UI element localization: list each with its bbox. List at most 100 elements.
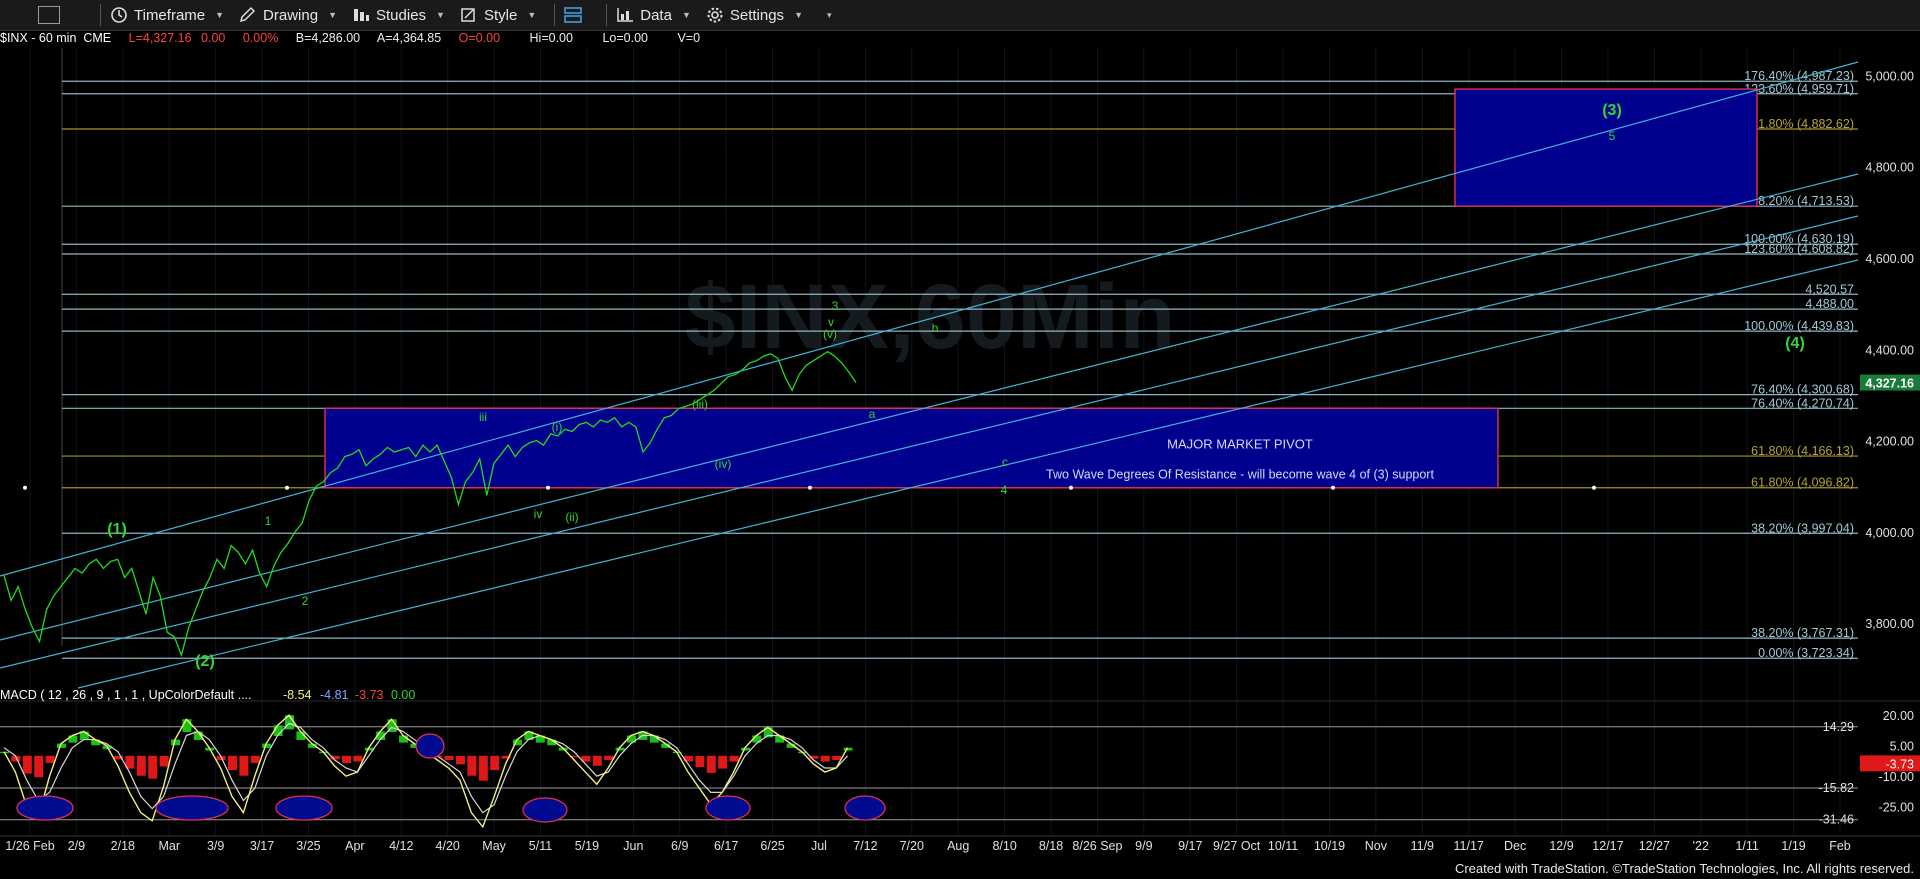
macd-value-3: -3.73 [355,688,384,702]
current-price-label: 4,327.16 [1865,377,1914,391]
x-axis-tick: May [482,839,506,853]
macd-ellipse [415,733,445,759]
wave-label: 2 [302,594,309,608]
layout-button[interactable] [563,6,588,24]
price-level-label: 76.40% (4,300.68) [1751,383,1854,397]
low-price: Lo=0.00 [602,31,648,45]
macd-histogram-bar [456,755,465,765]
macd-value-1: -8.54 [283,688,312,702]
price-level-label: 161.80% (4,882.62) [1744,117,1854,131]
price-chart[interactable]: $INX,60Min176.40% (4,987.23)123.60% (4,9… [0,48,1920,858]
x-axis-tick: 9/17 [1178,839,1202,853]
chevron-down-icon: ▼ [527,10,537,20]
chevron-down-icon: ▼ [215,10,225,20]
x-axis-tick: 11/17 [1454,839,1484,853]
open-price: O=0.00 [458,31,501,45]
chart-area[interactable]: $INX,60Min 176.40% (4,987.23) 123.60% (4,9… [0,48,1920,858]
macd-histogram-bar [467,755,477,776]
macd-value-4: 0.00 [391,688,415,702]
x-axis-tick: 1/26 Feb [5,839,54,853]
price-level-label: 0.00% (3,723.34) [1758,646,1854,660]
copyright-footer: Created with TradeStation. ©TradeStation… [1454,861,1914,876]
data-menu[interactable]: Data ▼ [615,6,691,24]
y-axis-tick: 4,800.00 [1865,161,1914,175]
style-icon [461,8,475,22]
price-level-label: 100.00% (4,439.83) [1744,319,1854,333]
x-axis-tick: 8/10 [992,839,1016,853]
timeframe-menu[interactable]: Timeframe ▼ [109,6,224,24]
macd-ellipse [275,795,333,821]
macd-ellipse [16,795,74,821]
wave-label: iii [479,410,487,424]
overflow-menu[interactable]: ▾ [817,10,832,21]
macd-histogram-bar [490,755,500,771]
settings-menu[interactable]: Settings ▼ [705,6,803,24]
x-axis-tick: 8/18 [1039,839,1063,853]
last-price: L=4,327.16 [128,31,192,45]
studies-menu[interactable]: Studies ▼ [351,6,445,24]
wave-label: (1) [107,521,127,538]
style-menu[interactable]: Style ▼ [459,6,536,24]
chevron-down-icon: ▾ [826,9,832,20]
toolbar-divider [100,4,101,26]
pivot-dot [285,485,289,490]
macd-ellipse [705,795,751,821]
macd-histogram-bar [592,755,602,766]
macd-level-label: -31.46 [1819,813,1854,827]
price-level-label: 61.80% (4,096.82) [1751,476,1854,490]
wave-label: (2) [195,653,215,670]
y-axis-tick: 3,800.00 [1865,617,1914,631]
x-axis-tick: 4/12 [389,839,413,853]
macd-histogram-bar [342,755,351,763]
wave-label: c [1002,455,1008,469]
wave-label: v [828,315,834,329]
macd-histogram-bar [250,755,260,763]
wave-label: 3 [832,299,839,313]
macd-y-tick: 5.00 [1890,740,1914,754]
macd-y-tick: -25.00 [1879,801,1914,815]
volume: V=0 [677,31,701,45]
studies-icon [354,9,369,21]
pivot-box-subtitle: Two Wave Degrees Of Resistance - will be… [1046,467,1434,481]
x-axis-tick: 3/25 [296,839,320,853]
data-icon [617,8,634,22]
y-axis-tick: 4,200.00 [1865,435,1914,449]
macd-histogram-bar [353,755,363,762]
pivot-dot [808,485,812,490]
drawing-menu[interactable]: Drawing ▼ [238,6,337,24]
pivot-dot [1331,485,1335,490]
toolbar-divider [606,4,608,26]
macd-histogram-bar [148,755,158,779]
window-icon[interactable] [38,6,60,24]
price-level-label: 38.20% (3,997.04) [1751,521,1854,535]
macd-histogram-bar [34,755,44,778]
y-axis-tick: 4,400.00 [1865,343,1914,357]
macd-histogram-bar [228,755,237,771]
toolbar-divider [554,4,556,26]
wave-label: (i) [552,420,563,434]
macd-ellipse [844,795,886,821]
macd-ellipse [522,797,568,823]
bid-price: B=4,286.00 [295,31,361,45]
macd-histogram-bar [604,755,614,761]
x-axis-tick: 1/19 [1781,839,1805,853]
x-axis-tick: 10/19 [1314,839,1345,853]
x-axis-tick: 4/20 [436,839,460,853]
wave-label: 4 [1001,483,1008,497]
wave-label: (v) [823,327,837,341]
pivot-box-title: MAJOR MARKET PIVOT [1167,436,1313,451]
pivot-dot [1592,485,1596,490]
layout-icon [564,7,583,23]
x-axis-tick: 12/17 [1592,839,1623,853]
wave-label: 5 [1609,129,1616,143]
macd-histogram-bar [695,755,705,768]
price-level-label: 4,488.00 [1805,297,1854,311]
wave-label: b [932,321,939,335]
pencil-icon [240,6,256,23]
x-axis-tick: 6/9 [671,839,688,853]
x-axis-tick: Aug [947,839,969,853]
macd-histogram-bar [182,719,192,733]
price-level-label: 138.20% (4,713.53) [1744,194,1854,208]
wave-label: (4) [1785,335,1805,352]
macd-histogram-bar [22,755,32,774]
